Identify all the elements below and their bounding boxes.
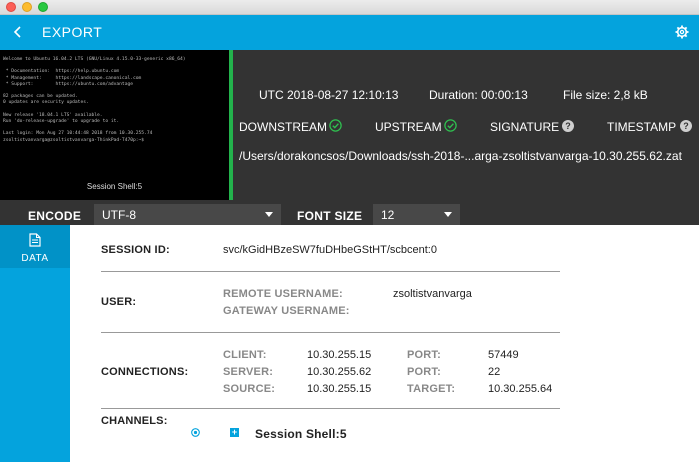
caret-down-icon: [265, 212, 273, 217]
window-titlebar: [0, 0, 699, 15]
question-circle-icon[interactable]: ?: [680, 120, 692, 132]
document-icon: [29, 233, 41, 247]
user-label: USER:: [101, 296, 137, 308]
terminal-line: zsoltistvanvarga@zsoltistvanvarga-ThinkP…: [3, 137, 147, 143]
downstream-label: DOWNSTREAM: [239, 120, 327, 134]
caret-down-icon: [444, 212, 452, 217]
terminal-output: Welcome to Ubuntu 16.04.2 LTS (GNU/Linux…: [3, 57, 227, 144]
connections-label: CONNECTIONS:: [101, 366, 189, 378]
chevron-left-icon[interactable]: [10, 23, 26, 41]
source-value: 10.30.255.15: [307, 383, 372, 395]
session-id-value: svc/kGidHBzeSW7fuDHbeGStHT/scbcent:0: [223, 244, 437, 256]
page-title: EXPORT: [42, 24, 103, 40]
encode-select[interactable]: UTF-8: [94, 204, 281, 225]
window-minimize-button[interactable]: [22, 2, 32, 12]
nav-item-data[interactable]: DATA: [0, 225, 70, 268]
check-circle-icon: [444, 119, 457, 132]
client-label: CLIENT:: [223, 349, 267, 361]
remote-username-value: zsoltistvanvarga: [393, 288, 472, 300]
target-value: 10.30.255.64: [488, 383, 553, 395]
question-circle-icon[interactable]: ?: [562, 120, 574, 132]
session-details: SESSION ID: svc/kGidHBzeSW7fuDHbeGStHT/s…: [70, 225, 699, 462]
check-circle-icon: [329, 119, 342, 132]
radio-target-icon[interactable]: [191, 428, 200, 437]
preview-divider: [229, 50, 233, 200]
font-size-select[interactable]: 12: [373, 204, 460, 225]
port-label: PORT:: [407, 366, 441, 378]
channels-label: CHANNELS:: [101, 415, 168, 427]
remote-username-label: REMOTE USERNAME:: [223, 288, 343, 300]
filesize-text: File size: 2,8 kB: [563, 88, 648, 102]
terminal-caption: Session Shell:5: [86, 182, 143, 191]
target-label: TARGET:: [407, 383, 456, 395]
divider: [101, 271, 560, 272]
encode-label: ENCODE: [28, 209, 82, 223]
server-value: 10.30.255.62: [307, 366, 372, 378]
expand-plus-icon[interactable]: +: [230, 428, 239, 437]
upstream-label: UPSTREAM: [375, 120, 442, 134]
client-port-value: 57449: [488, 349, 519, 361]
file-path-text: /Users/dorakoncsos/Downloads/ssh-2018-..…: [239, 149, 682, 163]
recording-info-panel: Welcome to Ubuntu 16.04.2 LTS (GNU/Linux…: [0, 50, 699, 200]
window-close-button[interactable]: [6, 2, 16, 12]
side-navigation: DATA: [0, 225, 70, 462]
timestamp-text: UTC 2018-08-27 12:10:13: [259, 88, 399, 102]
session-id-label: SESSION ID:: [101, 244, 170, 256]
terminal-preview[interactable]: Welcome to Ubuntu 16.04.2 LTS (GNU/Linux…: [0, 50, 229, 200]
server-label: SERVER:: [223, 366, 274, 378]
font-size-selected-value: 12: [381, 208, 395, 222]
signature-label: SIGNATURE: [490, 120, 560, 134]
duration-text: Duration: 00:00:13: [429, 88, 528, 102]
gear-icon[interactable]: [675, 23, 689, 41]
font-size-label: FONT SIZE: [297, 209, 363, 223]
divider: [101, 332, 560, 333]
gateway-username-label: GATEWAY USERNAME:: [223, 305, 350, 317]
timestamp-label: TIMESTAMP: [607, 120, 677, 134]
channel-name[interactable]: Session Shell:5: [255, 427, 347, 441]
app-header: EXPORT: [0, 15, 699, 50]
port-label: PORT:: [407, 349, 441, 361]
divider: [101, 408, 560, 409]
client-value: 10.30.255.15: [307, 349, 372, 361]
display-options-bar: ENCODE UTF-8 FONT SIZE 12: [0, 200, 699, 225]
server-port-value: 22: [488, 366, 501, 378]
source-label: SOURCE:: [223, 383, 276, 395]
window-maximize-button[interactable]: [38, 2, 48, 12]
nav-item-label: DATA: [21, 253, 49, 264]
encode-selected-value: UTF-8: [102, 208, 136, 222]
